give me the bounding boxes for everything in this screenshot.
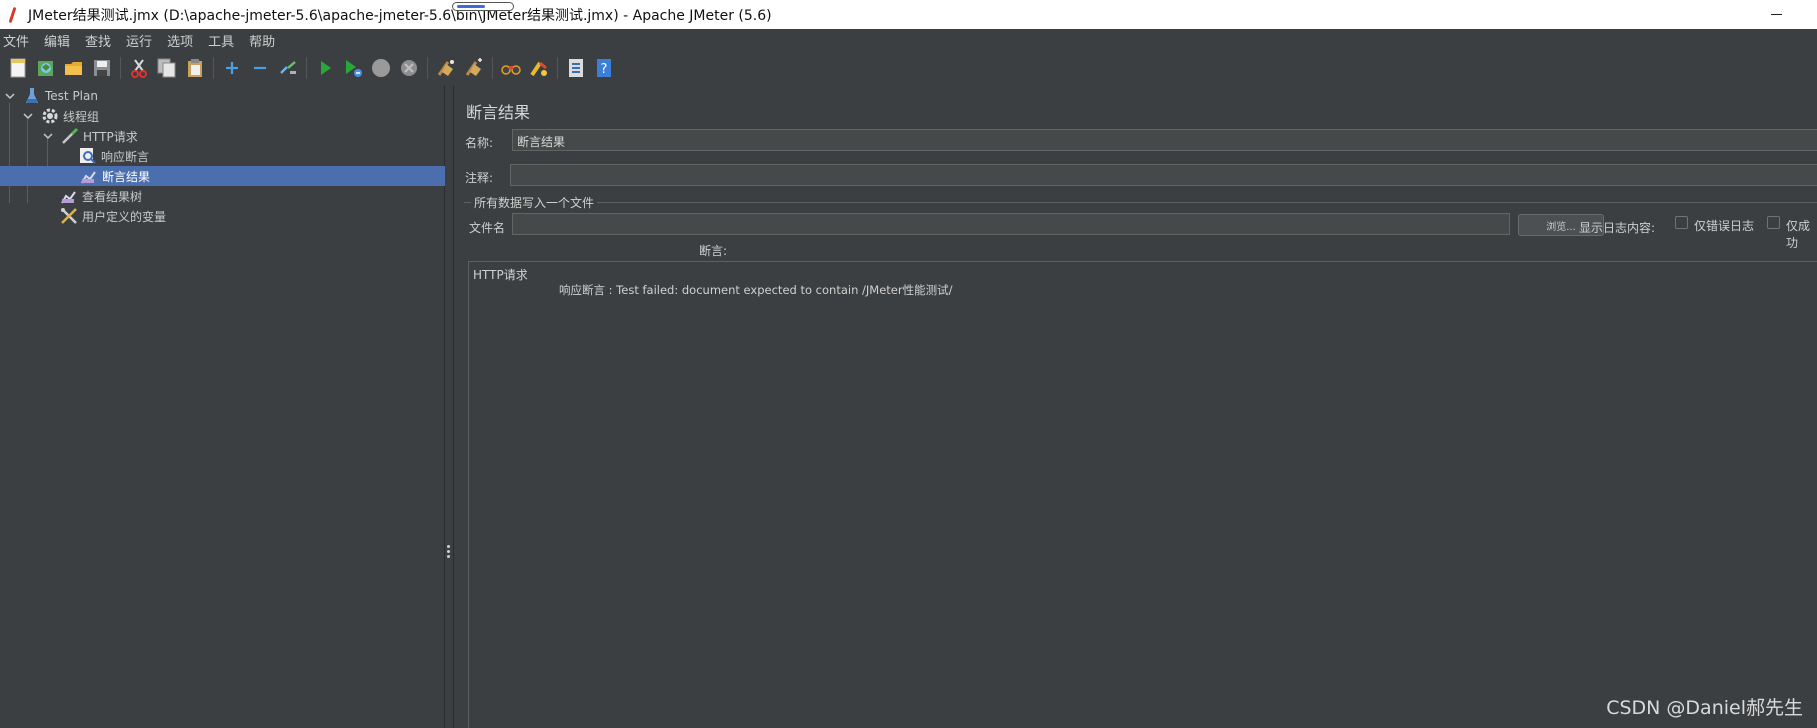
tree-item-response-assertion[interactable]: 响应断言 xyxy=(79,146,149,166)
new-icon[interactable] xyxy=(7,57,29,79)
result-sampler-node[interactable]: HTTP请求 xyxy=(473,266,528,283)
assertion-results-panel: 断言结果 名称: 断言结果 注释: 所有数据写入一个文件 文件名 浏览... 显… xyxy=(453,85,1817,728)
tools-icon xyxy=(60,207,78,225)
window-title: JMeter结果测试.jmx (D:\apache-jmeter-5.6\apa… xyxy=(28,7,772,24)
tree-item-label: 响应断言 xyxy=(101,149,150,164)
comment-label: 注释: xyxy=(465,171,494,185)
chevron-down-icon[interactable] xyxy=(4,90,16,102)
tree-item-label: 线程组 xyxy=(63,109,100,124)
filename-label: 文件名 xyxy=(469,221,506,235)
function-helper-icon[interactable] xyxy=(565,57,587,79)
templates-icon[interactable] xyxy=(35,57,57,79)
cut-icon[interactable] xyxy=(128,57,150,79)
filename-input[interactable] xyxy=(512,213,1510,235)
clear-icon[interactable] xyxy=(435,57,457,79)
tree-item-label: Test Plan xyxy=(45,89,98,103)
window-title-bar: JMeter结果测试.jmx (D:\apache-jmeter-5.6\apa… xyxy=(0,0,1817,29)
menu-help[interactable]: 帮助 xyxy=(249,31,275,50)
assertion-icon xyxy=(79,147,97,165)
reset-search-icon[interactable] xyxy=(528,57,550,79)
start-icon[interactable] xyxy=(314,57,336,79)
success-only-checkbox[interactable] xyxy=(1767,216,1780,229)
tree-item-http-request[interactable]: HTTP请求 xyxy=(42,126,138,146)
help-icon[interactable]: ? xyxy=(593,57,615,79)
paste-icon[interactable] xyxy=(184,57,206,79)
remove-icon[interactable] xyxy=(249,57,271,79)
toolbar-separator xyxy=(306,57,307,79)
toolbar-separator xyxy=(427,57,428,79)
toolbar-separator xyxy=(213,57,214,79)
chart-listener-icon xyxy=(80,167,98,185)
watermark: CSDN @Daniel郝先生 xyxy=(1606,697,1803,719)
gear-icon xyxy=(41,107,59,125)
copy-icon[interactable] xyxy=(156,57,178,79)
tree-item-test-plan[interactable]: Test Plan xyxy=(4,86,98,106)
tree-guide-line xyxy=(27,119,28,203)
menu-run[interactable]: 运行 xyxy=(126,31,152,50)
tree-item-thread-group[interactable]: 线程组 xyxy=(22,106,99,126)
tree-item-label: HTTP请求 xyxy=(83,129,138,144)
stop-icon[interactable] xyxy=(370,57,392,79)
toolbar-separator xyxy=(557,57,558,79)
jmeter-feather-icon xyxy=(6,6,20,24)
search-icon[interactable] xyxy=(500,57,522,79)
log-display-label: 显示日志内容: xyxy=(1579,221,1656,235)
clear-all-icon[interactable] xyxy=(463,57,485,79)
tree-item-label: 查看结果树 xyxy=(82,189,143,204)
open-icon[interactable] xyxy=(63,57,85,79)
menu-tools[interactable]: 工具 xyxy=(208,31,234,50)
chevron-down-icon[interactable] xyxy=(42,130,54,142)
errors-only-label: 仅错误日志 xyxy=(1694,219,1755,233)
success-only-label: 仅成功 xyxy=(1786,219,1811,250)
scroll-indicator xyxy=(452,2,514,11)
save-icon[interactable] xyxy=(91,57,113,79)
start-no-pause-icon[interactable] xyxy=(342,57,364,79)
menu-search[interactable]: 查找 xyxy=(85,31,111,50)
chevron-down-icon[interactable] xyxy=(22,110,34,122)
toolbar: ? xyxy=(0,51,1817,85)
tree-item-label: 用户定义的变量 xyxy=(82,209,167,224)
menu-edit[interactable]: 编辑 xyxy=(44,31,70,50)
chart-listener-icon xyxy=(60,187,78,205)
test-plan-tree: Test Plan 线程组 HTTP请求 响应断言 断言结果 查看结果树 用户定… xyxy=(0,85,445,728)
tree-item-view-results-tree[interactable]: 查看结果树 xyxy=(60,186,142,206)
flask-icon xyxy=(23,87,41,105)
toolbar-separator xyxy=(120,57,121,79)
add-icon[interactable] xyxy=(221,57,243,79)
comment-field[interactable] xyxy=(510,164,1817,186)
menu-bar: 文件 编辑 查找 运行 选项 工具 帮助 xyxy=(0,29,1817,51)
pipette-icon xyxy=(61,127,79,145)
name-field[interactable]: 断言结果 xyxy=(512,129,1817,151)
page-title: 断言结果 xyxy=(466,103,531,122)
svg-text:?: ? xyxy=(601,62,608,77)
tree-item-user-defined-variables[interactable]: 用户定义的变量 xyxy=(60,206,166,226)
menu-options[interactable]: 选项 xyxy=(167,31,193,50)
errors-only-checkbox[interactable] xyxy=(1675,216,1688,229)
toggle-icon[interactable] xyxy=(277,57,299,79)
toolbar-separator xyxy=(492,57,493,79)
split-pane-divider[interactable] xyxy=(447,545,451,561)
minimize-button[interactable] xyxy=(1767,6,1787,22)
menu-file[interactable]: 文件 xyxy=(3,31,29,50)
tree-guide-line xyxy=(9,103,10,203)
tree-item-assertion-results[interactable]: 断言结果 xyxy=(0,166,445,186)
file-group-title: 所有数据写入一个文件 xyxy=(471,194,598,211)
shutdown-icon[interactable] xyxy=(398,57,420,79)
result-failure-message[interactable]: 响应断言 : Test failed: document expected to… xyxy=(559,282,952,298)
assertions-label: 断言: xyxy=(699,244,728,258)
tree-item-label: 断言结果 xyxy=(102,169,151,184)
name-label: 名称: xyxy=(465,136,494,150)
assertion-results-tree[interactable]: HTTP请求 响应断言 : Test failed: document expe… xyxy=(468,261,1817,728)
file-output-group xyxy=(464,202,1817,203)
